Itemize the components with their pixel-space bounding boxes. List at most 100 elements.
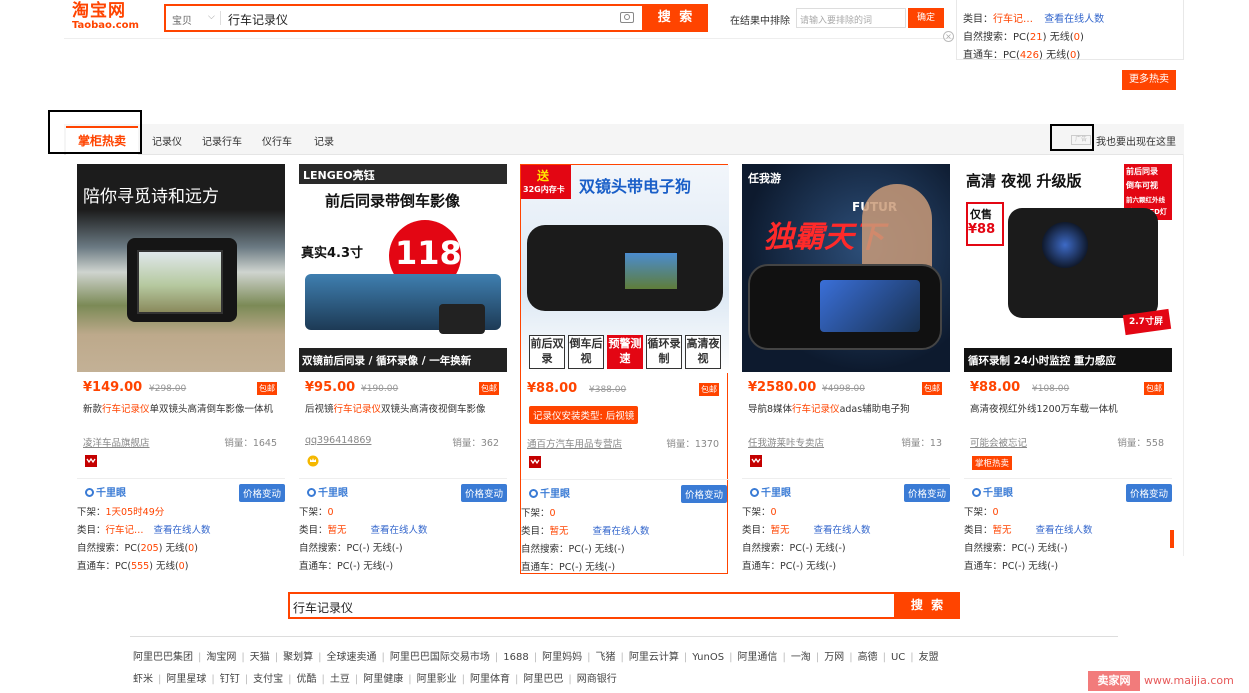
qianliyan-logo[interactable]: 千里眼	[972, 484, 1013, 499]
product-image[interactable]: 陪你寻觅诗和远方	[77, 164, 285, 372]
camera-icon[interactable]	[620, 12, 634, 23]
footer-link[interactable]: 钉钉	[220, 674, 240, 685]
footer-link[interactable]: 万网	[824, 652, 844, 663]
next-page-arrow[interactable]	[1170, 530, 1174, 548]
free-shipping-badge: 包邮	[922, 382, 942, 395]
ad-link[interactable]: 我也要出现在这里	[1096, 133, 1176, 148]
footer-link[interactable]: 阿里通信	[737, 652, 777, 663]
ztc-label: 直通车：PC(	[521, 562, 576, 573]
taobao-logo[interactable]: 淘宝网 Taobao.com	[72, 2, 152, 34]
free-shipping-badge: 包邮	[257, 382, 277, 395]
footer-link[interactable]: 飞猪	[595, 652, 615, 663]
side-natural-line: 自然搜索：PC(21) 无线(0)	[963, 28, 1084, 43]
online-count-link[interactable]: 查看在线人数	[593, 526, 650, 537]
delist-line: 下架：0	[964, 504, 999, 518]
footer-link[interactable]: 阿里巴巴	[523, 674, 563, 685]
category-label: 类目：	[964, 525, 993, 536]
footer-link[interactable]: 淘宝网	[206, 652, 236, 663]
tab-item[interactable]: 记录仪	[152, 133, 182, 148]
footer-link[interactable]: 阿里体育	[470, 674, 510, 685]
price-change-button[interactable]: 价格变动	[1125, 484, 1172, 502]
footer-link[interactable]: 阿里星球	[166, 674, 206, 685]
delist-value: 0	[549, 508, 556, 519]
product-card-selected[interactable]: 送 32G内存卡 双镜头带电子狗 前后双录 倒车后视 预警测速 循环录制 高清夜…	[520, 164, 729, 574]
exclude-confirm-button[interactable]: 确定	[908, 8, 944, 28]
shop-link[interactable]: 通百方汽车用品专营店	[527, 436, 622, 450]
footer-link[interactable]: 阿里影业	[417, 674, 457, 685]
footer-link[interactable]: 优酷	[297, 674, 317, 685]
footer-link[interactable]: 聚划算	[283, 652, 313, 663]
natural-search-line: 自然搜索：PC(-) 无线(-)	[964, 540, 1068, 554]
close-icon[interactable]: ×	[943, 31, 954, 42]
product-image[interactable]: 任我游 独霸天下 FUTUR	[742, 164, 950, 372]
footer-separator: |	[318, 652, 322, 663]
natural-search-line: 自然搜索：PC(-) 无线(-)	[521, 541, 625, 555]
footer-link[interactable]: 友盟	[919, 652, 939, 663]
online-count-link[interactable]: 查看在线人数	[371, 525, 428, 536]
qianliyan-logo[interactable]: 千里眼	[529, 485, 570, 500]
exclude-input[interactable]: 请输入要排除的词	[796, 8, 906, 28]
category-value: 暂无	[549, 526, 569, 537]
shop-link[interactable]: 凌洋车品旗舰店	[83, 435, 150, 449]
bottom-search-input[interactable]: 行车记录仪	[293, 599, 353, 616]
qianliyan-logo[interactable]: 千里眼	[750, 484, 791, 499]
online-count-link[interactable]: 查看在线人数	[814, 525, 871, 536]
online-count-link[interactable]: 查看在线人数	[154, 525, 211, 536]
product-card[interactable]: 陪你寻觅诗和远方 ¥149.00 ¥298.00 包邮 新款行车记录仪单双镜头高…	[77, 164, 285, 574]
shop-link[interactable]: 可能会被忘记	[970, 435, 1027, 449]
price-change-button[interactable]: 价格变动	[238, 484, 285, 502]
watermark-url: www.maijia.com	[1144, 674, 1234, 687]
tab-item[interactable]: 记录行车	[202, 133, 242, 148]
feature-item: 倒车后视	[568, 335, 604, 369]
product-title[interactable]: 导航8媒体行车记录仪adas辅助电子狗	[748, 404, 944, 416]
product-card[interactable]: LENGEO亮钰 前后同录带倒车影像 真实4.3寸 118 双镜前后同录 / 循…	[299, 164, 507, 574]
product-card[interactable]: 任我游 独霸天下 FUTUR ¥2580.00 ¥4998.00 包邮 导航8媒…	[742, 164, 950, 574]
footer-link[interactable]: 天猫	[250, 652, 270, 663]
footer-link[interactable]: 阿里健康	[363, 674, 403, 685]
search-category-select[interactable]: 宝贝 ⌵	[172, 12, 220, 27]
tab-item[interactable]: 记录	[314, 133, 334, 148]
bottom-search-bar[interactable]: 行车记录仪	[288, 592, 896, 619]
price-change-button[interactable]: 价格变动	[903, 484, 950, 502]
product-title[interactable]: 后视镜行车记录仪双镜头高清夜视倒车影像	[305, 404, 501, 416]
product-image[interactable]: 送 32G内存卡 双镜头带电子狗 前后双录 倒车后视 预警测速 循环录制 高清夜…	[521, 165, 729, 373]
product-title[interactable]: 新款行车记录仪单双镜头高清倒车影像一体机	[83, 404, 279, 416]
search-input[interactable]: 行车记录仪	[228, 11, 288, 28]
footer-link[interactable]: 虾米	[133, 674, 153, 685]
product-image[interactable]: LENGEO亮钰 前后同录带倒车影像 真实4.3寸 118 双镜前后同录 / 循…	[299, 164, 507, 372]
footer-link[interactable]: 一淘	[791, 652, 811, 663]
ztc-line: 直通车：PC(-) 无线(-)	[964, 558, 1058, 572]
shop-link[interactable]: 任我游莱咔专卖店	[748, 435, 824, 449]
footer-link[interactable]: 阿里巴巴集团	[133, 652, 193, 663]
search-button[interactable]: 搜 索	[644, 4, 708, 32]
product-card[interactable]: 高清 夜视 升级版 前后同录 倒车可视 前六颗红外线 后4颗LED灯 仅售 ¥8…	[964, 164, 1172, 574]
footer-link[interactable]: 1688	[503, 652, 528, 663]
product-title[interactable]: 高清夜视红外线1200万车载一体机	[970, 404, 1166, 416]
footer-link[interactable]: UC	[891, 652, 905, 663]
product-image[interactable]: 高清 夜视 升级版 前后同录 倒车可视 前六颗红外线 后4颗LED灯 仅售 ¥8…	[964, 164, 1172, 372]
footer-link[interactable]: 网商银行	[577, 674, 617, 685]
footer-link[interactable]: 高德	[858, 652, 878, 663]
bottom-search-button[interactable]: 搜 索	[896, 592, 960, 619]
online-count-link[interactable]: 查看在线人数	[1036, 525, 1093, 536]
install-type-tag[interactable]: 记录仪安装类型: 后视镜	[529, 406, 639, 424]
footer-link[interactable]: 全球速卖通	[327, 652, 377, 663]
ztc-mid: ) 无线(	[1021, 561, 1051, 572]
tab-item[interactable]: 仪行车	[262, 133, 292, 148]
footer-link[interactable]: 阿里巴巴国际交易市场	[390, 652, 490, 663]
price-change-button[interactable]: 价格变动	[680, 485, 727, 503]
footer-link[interactable]: 土豆	[330, 674, 350, 685]
qianliyan-logo[interactable]: 千里眼	[85, 484, 126, 499]
footer-link[interactable]: YunOS	[692, 652, 724, 663]
price-change-button[interactable]: 价格变动	[460, 484, 507, 502]
search-bar[interactable]: 宝贝 ⌵ 行车记录仪	[164, 4, 644, 32]
qianliyan-logo[interactable]: 千里眼	[307, 484, 348, 499]
footer-link[interactable]: 阿里云计算	[629, 652, 679, 663]
footer-link[interactable]: 阿里妈妈	[542, 652, 582, 663]
shop-link[interactable]: qq396414869	[305, 435, 371, 446]
side-natural-end: )	[1080, 32, 1084, 43]
footer-link[interactable]: 支付宝	[253, 674, 283, 685]
more-hot-button[interactable]: 更多热卖	[1122, 70, 1176, 90]
side-online-link[interactable]: 查看在线人数	[1044, 14, 1104, 25]
qianliyan-label: 千里眼	[761, 488, 791, 499]
